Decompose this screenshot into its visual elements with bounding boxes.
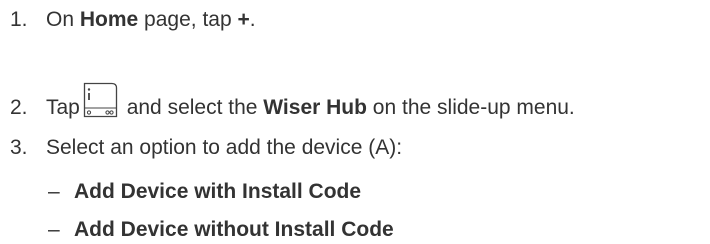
step-text: and select the: [120, 96, 264, 119]
step-3: 3. Select an option to add the device (A)…: [10, 136, 402, 160]
step-text: On: [46, 8, 80, 31]
option-label-without-install-code: Add Device without Install Code: [74, 218, 394, 241]
step-number: 1.: [10, 8, 28, 31]
dash-bullet: –: [48, 180, 60, 203]
step-number: 2.: [10, 96, 28, 119]
step-text: Select an option to add the device (A):: [46, 136, 403, 159]
step-text: on the slide-up menu.: [366, 96, 575, 119]
plus-label: +: [237, 8, 250, 31]
option-item: – Add Device with Install Code: [48, 180, 361, 204]
step-text: Tap: [46, 96, 80, 119]
dash-bullet: –: [48, 218, 60, 241]
step-number: 3.: [10, 136, 28, 159]
step-text: page, tap: [138, 8, 238, 31]
wiser-hub-label: Wiser Hub: [263, 96, 367, 119]
step-text: .: [249, 8, 256, 31]
option-label-with-install-code: Add Device with Install Code: [74, 180, 362, 203]
step-1: 1. On Home page, tap +.: [10, 8, 256, 32]
option-item: – Add Device without Install Code: [48, 218, 394, 242]
wiser-hub-device-icon: [82, 82, 118, 118]
home-label: Home: [79, 8, 139, 31]
step-2: 2. Tap and select the Wiser Hub on the sl…: [10, 82, 575, 120]
